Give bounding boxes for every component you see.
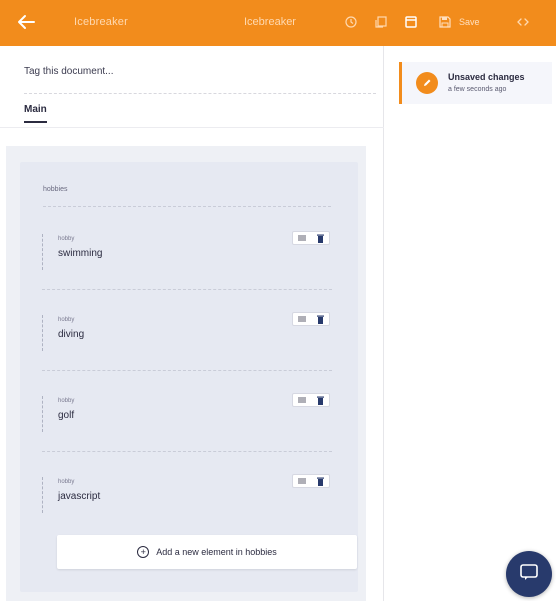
section-label: hobbies — [43, 186, 68, 193]
status-panel: Unsaved changes a few seconds ago — [385, 46, 556, 601]
drag-handle-icon[interactable] — [298, 316, 307, 322]
item-actions — [292, 312, 330, 326]
item-bar — [42, 234, 43, 270]
item-bar — [42, 396, 43, 432]
delete-icon[interactable] — [316, 477, 324, 486]
list-item: hobby golf — [42, 390, 332, 470]
notice-timestamp: a few seconds ago — [448, 86, 507, 93]
top-bar: Icebreaker Icebreaker Save — [0, 0, 556, 46]
code-icon[interactable] — [514, 13, 532, 31]
preview-icon[interactable] — [402, 13, 420, 31]
item-bar — [42, 315, 43, 351]
divider — [42, 451, 332, 452]
list-item: hobby diving — [42, 309, 332, 389]
hobbies-section: hobbies hobby swimming hobby diving hobb… — [20, 162, 358, 592]
field-label: hobby — [58, 479, 75, 485]
pencil-icon — [416, 72, 438, 94]
delete-icon[interactable] — [316, 315, 324, 324]
plus-icon: + — [137, 546, 150, 558]
notice-title: Unsaved changes — [448, 72, 525, 82]
field-value[interactable]: golf — [58, 410, 74, 421]
back-arrow-icon[interactable] — [14, 10, 38, 34]
field-label: hobby — [58, 317, 75, 323]
save-icon[interactable] — [436, 13, 454, 31]
content-area: hobbies hobby swimming hobby diving hobb… — [6, 146, 366, 601]
editor-panel: Tag this document... Main hobbies hobby … — [0, 46, 384, 601]
add-element-label: Add a new element in hobbies — [156, 547, 277, 557]
item-actions — [292, 474, 330, 488]
save-label[interactable]: Save — [459, 17, 480, 27]
item-actions — [292, 393, 330, 407]
field-value[interactable]: diving — [58, 329, 84, 340]
divider — [42, 370, 332, 371]
divider — [42, 289, 332, 290]
field-value[interactable]: javascript — [58, 491, 100, 502]
field-label: hobby — [58, 398, 75, 404]
tab-main[interactable]: Main — [24, 104, 47, 123]
item-actions — [292, 231, 330, 245]
drag-handle-icon[interactable] — [298, 235, 307, 241]
field-label: hobby — [58, 236, 75, 242]
tag-input[interactable]: Tag this document... — [24, 66, 376, 94]
delete-icon[interactable] — [316, 234, 324, 243]
add-element-button[interactable]: + Add a new element in hobbies — [57, 535, 357, 569]
list-item: hobby swimming — [42, 228, 332, 308]
tabs: Main — [0, 96, 384, 128]
drag-handle-icon[interactable] — [298, 478, 307, 484]
document-title: Icebreaker — [74, 16, 128, 28]
divider — [43, 206, 331, 207]
delete-icon[interactable] — [316, 396, 324, 405]
history-icon[interactable] — [342, 13, 360, 31]
field-value[interactable]: swimming — [58, 248, 102, 259]
center-title: Icebreaker — [244, 16, 296, 28]
chat-icon — [519, 563, 539, 586]
duplicate-icon[interactable] — [372, 13, 390, 31]
drag-handle-icon[interactable] — [298, 397, 307, 403]
item-bar — [42, 477, 43, 513]
unsaved-changes-notice: Unsaved changes a few seconds ago — [399, 62, 552, 104]
chat-button[interactable] — [506, 551, 552, 597]
